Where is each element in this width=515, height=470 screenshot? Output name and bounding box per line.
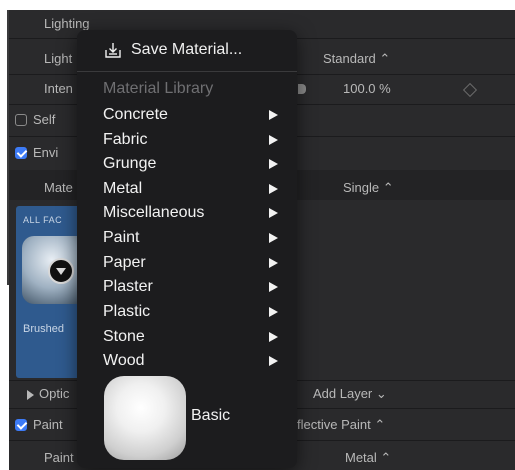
save-material-item[interactable]: Save Material... [104, 38, 242, 62]
menu-item-concrete[interactable]: Concrete [103, 104, 283, 126]
intensity-value[interactable]: 100.0 % [343, 81, 391, 96]
intensity-label: Inten [44, 81, 73, 96]
add-layer-button[interactable]: Add Layer ⌄ [313, 386, 387, 402]
disclosure-triangle-icon[interactable] [27, 390, 34, 400]
self-shadow-checkbox[interactable] [15, 114, 27, 126]
triangle-right-icon [269, 282, 278, 292]
menu-item-plastic[interactable]: Plastic [103, 301, 283, 323]
menu-item-label: Concrete [103, 106, 168, 123]
menu-item-label: Grunge [103, 155, 157, 172]
triangle-right-icon [269, 307, 278, 317]
material-popup-menu: Save Material... Material Library Concre… [77, 30, 297, 468]
triangle-right-icon [269, 208, 278, 218]
paint-type-popup[interactable]: flective Paint ⌃ [297, 417, 385, 433]
intensity-slider-knob[interactable] [298, 84, 306, 94]
menu-item-label: Paint [103, 229, 140, 246]
menu-item-label: Fabric [103, 131, 148, 148]
menu-item-wood[interactable]: Wood [103, 350, 283, 372]
menu-item-paper[interactable]: Paper [103, 252, 283, 274]
menu-item-miscellaneous[interactable]: Miscellaneous [103, 202, 283, 224]
environment-label: Envi [33, 145, 59, 160]
self-shadow-label: Self [33, 112, 56, 127]
triangle-right-icon [269, 135, 278, 145]
paint-layer-checkbox[interactable] [15, 419, 27, 431]
material-label: Mate [44, 180, 73, 195]
triangle-right-icon [269, 233, 278, 243]
basic-material-label[interactable]: Basic [191, 407, 230, 425]
paint-layer-label: Paint [33, 417, 63, 432]
section-title: Lighting [44, 16, 90, 31]
triangle-right-icon [269, 258, 278, 268]
menu-item-fabric[interactable]: Fabric [103, 129, 283, 151]
menu-item-label: Stone [103, 328, 145, 345]
material-library-header: Material Library [103, 80, 214, 97]
triangle-right-icon [269, 159, 278, 169]
material-mode-popup[interactable]: Single ⌃ [343, 180, 394, 196]
tile-all-faces-label: ALL FAC [23, 215, 63, 225]
menu-item-stone[interactable]: Stone [103, 326, 283, 348]
basic-material-thumbnail[interactable] [104, 376, 186, 460]
save-tray-icon [105, 43, 121, 58]
paint-metal-popup[interactable]: Metal ⌃ [345, 450, 391, 466]
light-label: Light [44, 51, 73, 66]
menu-item-paint[interactable]: Paint [103, 227, 283, 249]
triangle-right-icon [269, 332, 278, 342]
menu-item-plaster[interactable]: Plaster [103, 276, 283, 298]
menu-item-grunge[interactable]: Grunge [103, 153, 283, 175]
menu-item-metal[interactable]: Metal [103, 178, 283, 200]
options-label: Optic [39, 386, 70, 401]
tile-material-name: Brushed [23, 323, 64, 335]
menu-item-label: Paper [103, 254, 146, 271]
environment-checkbox[interactable] [15, 147, 27, 159]
triangle-right-icon [269, 356, 278, 366]
menu-divider [77, 71, 297, 72]
triangle-right-icon [269, 110, 278, 120]
menu-item-label: Metal [103, 180, 143, 197]
paint-sub-label: Paint [44, 450, 74, 465]
menu-item-label: Plaster [103, 278, 153, 295]
keyframe-diamond-icon[interactable] [462, 82, 478, 98]
tile-menu-icon[interactable] [48, 258, 74, 284]
menu-item-label: Wood [103, 352, 145, 369]
triangle-right-icon [269, 184, 278, 194]
save-material-label: Save Material... [131, 41, 243, 58]
light-popup[interactable]: Standard ⌃ [323, 51, 390, 67]
menu-item-label: Miscellaneous [103, 204, 205, 221]
menu-item-label: Plastic [103, 303, 151, 320]
